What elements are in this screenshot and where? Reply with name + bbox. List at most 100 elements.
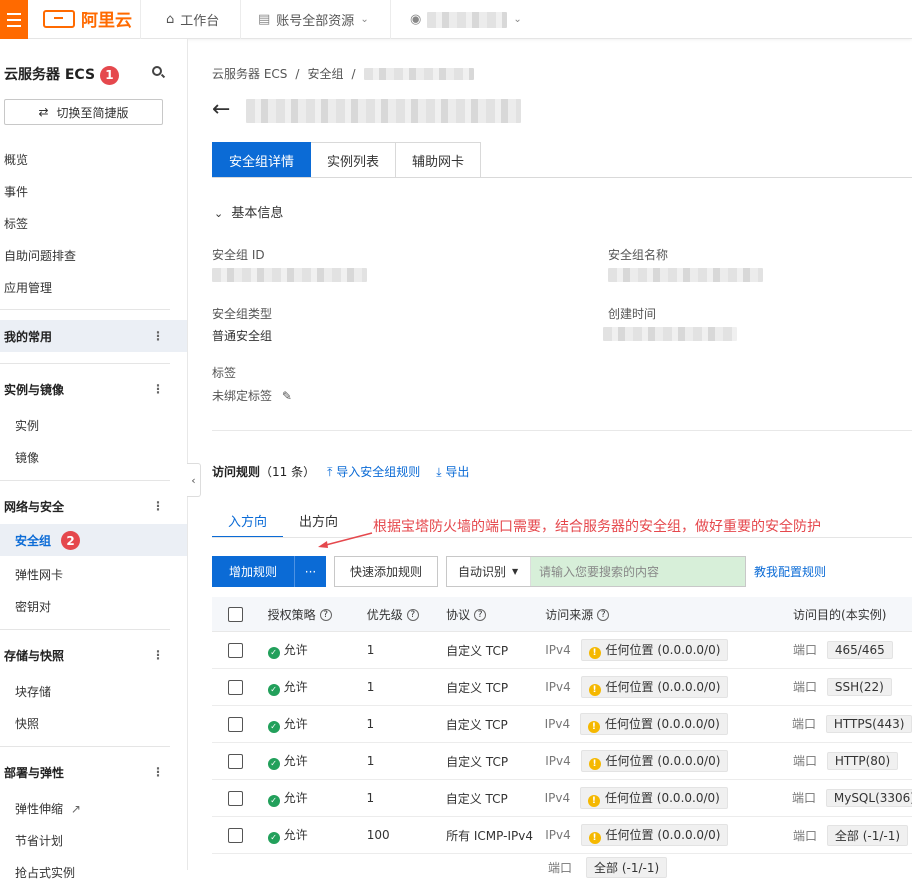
- sidebar-item-security-group[interactable]: 安全组 2: [15, 531, 81, 550]
- export-link[interactable]: ⤓ 导出: [436, 463, 469, 480]
- breadcrumb-security-group[interactable]: 安全组: [307, 65, 343, 82]
- annotation-text: 根据宝塔防火墙的端口需要，结合服务器的安全组，做好重要的安全防护: [373, 519, 821, 535]
- warning-icon: !: [588, 758, 601, 770]
- priority-cell: 1: [366, 791, 375, 805]
- table-row[interactable]: ✓ 允许 100 所有 ICMP-IPv4 IPv4 ! 任何位置 (0.0.0.0/0)…: [212, 817, 912, 854]
- tab-security-group-details[interactable]: 安全组详情: [212, 142, 312, 178]
- sidebar-item-events[interactable]: 事件: [4, 183, 28, 200]
- sidebar-group-deploy[interactable]: 部署与弹性 ⋮: [0, 756, 187, 788]
- more-actions-button[interactable]: ···: [294, 556, 327, 587]
- header-destination: 访问目的(本实例): [793, 607, 887, 622]
- destination-cell: 端口 HTTPS(443): [792, 715, 912, 733]
- detail-tabs: 安全组详情 实例列表 辅助网卡: [212, 142, 482, 178]
- tab-instance-list[interactable]: 实例列表: [311, 142, 397, 178]
- add-rule-button[interactable]: 增加规则: [212, 556, 295, 587]
- sidebar-group-storage[interactable]: 存储与快照 ⋮: [0, 639, 187, 671]
- source-cell: IPv4 ! 任何位置 (0.0.0.0/0): [545, 713, 792, 735]
- row-checkbox[interactable]: [228, 642, 243, 658]
- sidebar-item-keypair[interactable]: 密钥对: [15, 598, 51, 615]
- sidebar-group-instances[interactable]: 实例与镜像 ⋮: [0, 373, 187, 405]
- breadcrumb-current-redacted: [363, 67, 474, 80]
- created-time-label: 创建时间: [608, 307, 657, 321]
- hamburger-menu-icon[interactable]: [0, 0, 28, 39]
- region-name-redacted: [427, 11, 508, 28]
- help-icon: ?: [406, 609, 419, 621]
- row-checkbox[interactable]: [228, 827, 243, 843]
- aliyun-logo[interactable]: 阿里云: [43, 6, 132, 31]
- swap-icon: ⇄: [38, 105, 49, 119]
- download-icon: ⤓: [436, 465, 442, 479]
- select-all-checkbox[interactable]: [228, 606, 243, 622]
- chevron-down-icon: ⌄: [214, 207, 224, 220]
- check-circle-icon: ✓: [267, 646, 280, 659]
- row-checkbox[interactable]: [228, 716, 243, 732]
- external-link-icon: ↗: [70, 802, 81, 816]
- resource-scope-dropdown[interactable]: ▤ 账号全部资源 ⌄: [258, 0, 369, 39]
- table-row[interactable]: ✓ 允许 1 自定义 TCP IPv4 ! 任何位置 (0.0.0.0/0) 端口 465/…: [212, 632, 912, 669]
- sidebar-item-spot[interactable]: 抢占式实例: [15, 864, 75, 881]
- switch-simple-mode-button[interactable]: ⇄ 切换至简捷版: [4, 99, 163, 125]
- quick-add-rule-button[interactable]: 快速添加规则: [334, 556, 439, 587]
- sidebar-item-autoscaling[interactable]: 弹性伸缩 ↗: [15, 800, 81, 817]
- server-icon: ▤: [258, 12, 271, 27]
- check-circle-icon: ✓: [267, 831, 280, 844]
- priority-cell: 1: [366, 717, 375, 731]
- check-circle-icon: ✓: [267, 683, 280, 696]
- warning-icon: !: [588, 684, 601, 696]
- warning-icon: !: [588, 832, 601, 844]
- tab-secondary-eni[interactable]: 辅助网卡: [396, 142, 482, 178]
- created-time-value-redacted: [603, 327, 737, 341]
- import-rules-link[interactable]: ⤒ 导入安全组规则: [327, 463, 420, 480]
- annotation-arrow-icon: [318, 532, 373, 548]
- table-row[interactable]: ✓ 允许 1 自定义 TCP IPv4 ! 任何位置 (0.0.0.0/0) 端口 HTTP…: [212, 743, 912, 780]
- region-dropdown[interactable]: ◉ ⌄: [410, 0, 522, 39]
- sidebar-item-app-management[interactable]: 应用管理: [4, 279, 52, 296]
- workbench-link[interactable]: ⌂ 工作台: [166, 0, 219, 39]
- sidebar-item-block-storage[interactable]: 块存储: [15, 683, 51, 700]
- search-icon[interactable]: [152, 66, 162, 76]
- check-circle-icon: ✓: [267, 794, 280, 807]
- basic-info-toggle[interactable]: ⌄ 基本信息: [214, 202, 283, 221]
- search-input[interactable]: [531, 557, 746, 586]
- edit-pencil-icon[interactable]: ✎: [282, 389, 292, 403]
- rules-table: 授权策略? 优先级? 协议? 访问来源? 访问目的(本实例) ✓ 允许 1 自定义 T…: [212, 597, 912, 880]
- warning-icon: !: [587, 721, 600, 733]
- sg-type-label: 安全组类型: [212, 307, 273, 321]
- sidebar-item-instances[interactable]: 实例: [15, 417, 39, 434]
- rules-header: 访问规则（11 条） ⤒ 导入安全组规则 ⤓ 导出: [212, 463, 469, 480]
- sidebar-item-images[interactable]: 镜像: [15, 449, 39, 466]
- help-icon: ?: [319, 609, 332, 621]
- sidebar-group-network[interactable]: 网络与安全 ⋮: [0, 490, 187, 522]
- chevron-down-icon: ⌄: [513, 14, 522, 25]
- protocol-cell: 自定义 TCP: [446, 754, 509, 769]
- step-badge-1: 1: [99, 65, 119, 85]
- back-arrow-icon[interactable]: ←: [212, 97, 230, 122]
- check-circle-icon: ✓: [267, 720, 280, 733]
- row-checkbox[interactable]: [228, 753, 243, 769]
- page-title-redacted: [246, 99, 521, 123]
- sidebar-item-snapshots[interactable]: 快照: [15, 715, 39, 732]
- sidebar-item-tags[interactable]: 标签: [4, 215, 28, 232]
- help-icon: ?: [597, 609, 610, 621]
- sidebar-item-eni[interactable]: 弹性网卡: [15, 566, 63, 583]
- row-checkbox[interactable]: [228, 679, 243, 695]
- sg-id-label: 安全组 ID: [212, 248, 265, 262]
- destination-cell: 端口 HTTP(80): [793, 752, 912, 770]
- table-row[interactable]: ✓ 允许 1 自定义 TCP IPv4 ! 任何位置 (0.0.0.0/0) 端口 SSH(…: [212, 669, 912, 706]
- priority-cell: 1: [366, 680, 375, 694]
- sidebar-item-savings-plan[interactable]: 节省计划: [15, 832, 63, 849]
- tab-inbound[interactable]: 入方向: [212, 511, 284, 538]
- breadcrumb-ecs[interactable]: 云服务器 ECS: [212, 65, 287, 82]
- rule-search: 自动识别 ▼: [446, 556, 747, 587]
- destination-cell: 端口 465/465: [793, 641, 912, 659]
- sidebar-item-overview[interactable]: 概览: [4, 151, 28, 168]
- search-type-select[interactable]: 自动识别 ▼: [447, 557, 532, 586]
- config-help-link[interactable]: 教我配置规则: [754, 563, 826, 580]
- priority-cell: 100: [366, 828, 390, 842]
- table-row[interactable]: ✓ 允许 1 自定义 TCP IPv4 ! 任何位置 (0.0.0.0/0) 端口 MySQ…: [212, 780, 912, 817]
- table-row[interactable]: ✓ 允许 1 自定义 TCP IPv4 ! 任何位置 (0.0.0.0/0) 端口 HTTP…: [212, 706, 912, 743]
- row-checkbox[interactable]: [228, 790, 243, 806]
- sidebar-item-troubleshoot[interactable]: 自助问题排查: [4, 247, 76, 264]
- sidebar-group-favorites[interactable]: 我的常用 ⋮: [0, 320, 187, 352]
- source-cell: IPv4 ! 任何位置 (0.0.0.0/0): [545, 787, 792, 809]
